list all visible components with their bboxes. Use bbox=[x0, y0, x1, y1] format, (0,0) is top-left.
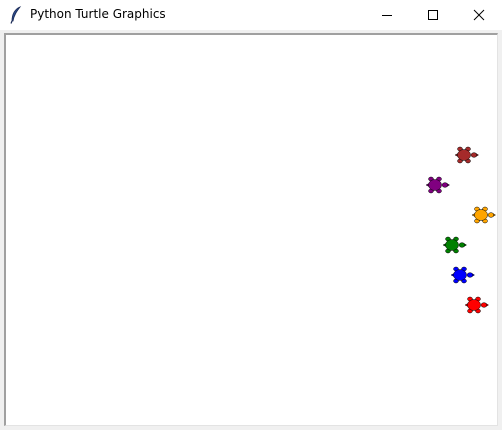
maximize-icon bbox=[428, 10, 438, 20]
turtle-shape-icon bbox=[442, 236, 467, 254]
turtle-window: Python Turtle Graphics bbox=[0, 0, 502, 430]
title-bar[interactable]: Python Turtle Graphics bbox=[0, 0, 502, 30]
turtle-purple bbox=[424, 174, 450, 196]
maximize-button[interactable] bbox=[410, 0, 456, 30]
canvas-frame bbox=[4, 33, 498, 426]
turtle-shape-icon bbox=[425, 176, 450, 194]
turtle-shape-icon bbox=[454, 146, 479, 164]
turtle-red bbox=[463, 294, 489, 316]
close-button[interactable] bbox=[456, 0, 502, 30]
minimize-button[interactable] bbox=[364, 0, 410, 30]
minimize-icon bbox=[382, 15, 392, 16]
turtle-shape-icon bbox=[450, 266, 475, 284]
turtle-blue bbox=[449, 264, 475, 286]
turtle-green bbox=[441, 234, 467, 256]
turtle-shape-icon bbox=[464, 296, 489, 314]
window-title: Python Turtle Graphics bbox=[30, 7, 166, 21]
turtle-brown bbox=[453, 144, 479, 166]
turtle-canvas[interactable] bbox=[6, 35, 497, 425]
close-icon bbox=[473, 9, 485, 21]
feather-icon bbox=[9, 6, 23, 24]
turtle-shape-icon bbox=[471, 206, 496, 224]
turtle-orange bbox=[470, 204, 496, 226]
